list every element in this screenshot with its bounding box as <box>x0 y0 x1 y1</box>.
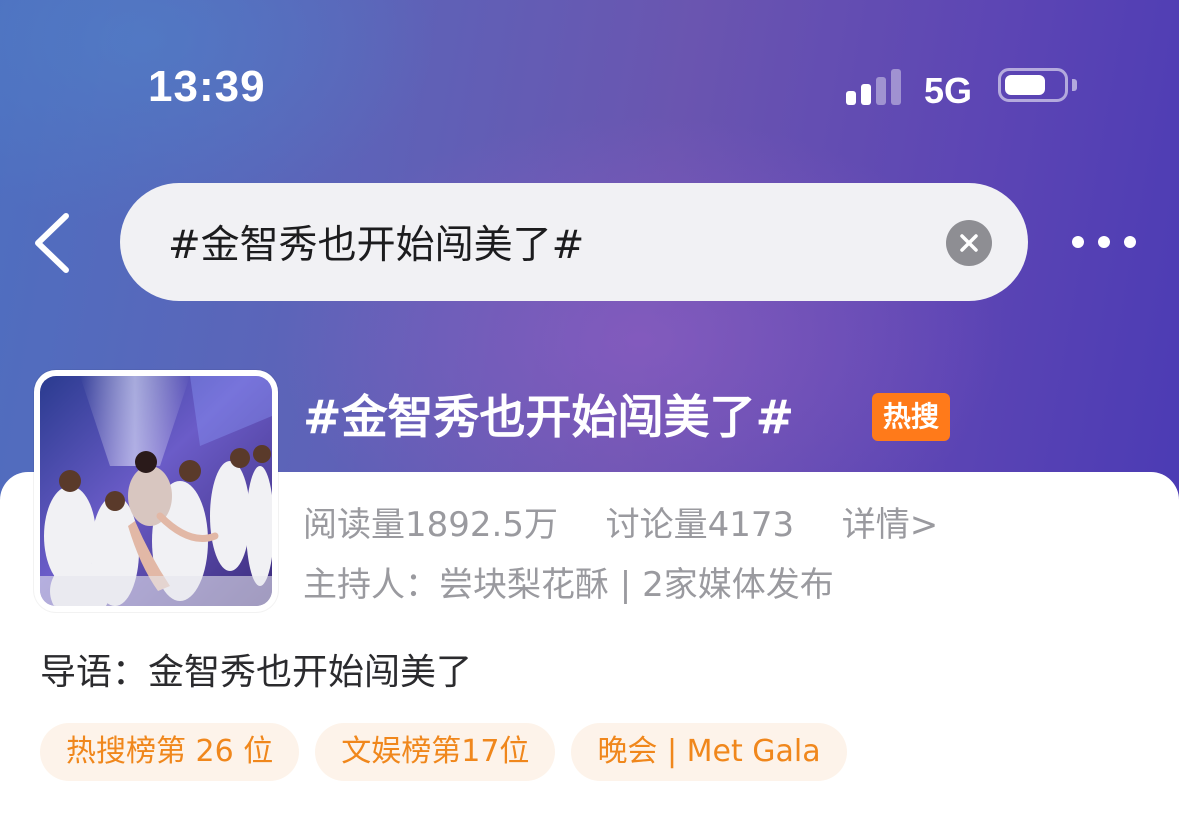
tag-entertainment-rank[interactable]: 文娱榜第17位 <box>315 723 556 781</box>
topic-thumbnail[interactable] <box>34 370 278 612</box>
topic-tags: 热搜榜第 26 位文娱榜第17位 晚会 | Met Gala <box>40 723 863 781</box>
search-input[interactable] <box>168 213 928 271</box>
topic-stats: 阅读量1892.5万 讨论量4173 详情> <box>303 502 938 548</box>
tag-gala-met-gala[interactable]: 晚会 | Met Gala <box>571 723 847 781</box>
details-link[interactable]: 详情> <box>842 502 939 548</box>
battery-cap <box>1072 79 1077 91</box>
clear-x-icon <box>960 234 978 252</box>
battery-level <box>1005 75 1045 95</box>
host-info[interactable]: 主持人：尝块梨花酥 | 2家媒体发布 <box>303 562 834 608</box>
topic-image <box>40 376 272 606</box>
hot-search-badge: 热搜 <box>872 393 950 441</box>
clear-search-button[interactable] <box>946 220 992 266</box>
chevron-left-icon <box>35 213 69 273</box>
topic-title: #金智秀也开始闯美了# <box>303 390 795 444</box>
read-count: 阅读量1892.5万 <box>303 505 558 545</box>
back-button[interactable] <box>26 208 86 278</box>
battery-icon <box>998 68 1068 102</box>
topic-intro: 导语：金智秀也开始闯美了 <box>40 652 473 693</box>
cellular-signal-icon <box>846 69 906 105</box>
search-bar[interactable] <box>120 183 1028 301</box>
discussion-count: 讨论量4173 <box>605 505 795 545</box>
tag-hot-search-rank[interactable]: 热搜榜第 26 位 <box>40 723 300 781</box>
status-time: 13:39 <box>148 62 266 111</box>
more-dots-icon <box>1072 236 1084 248</box>
more-options-button[interactable] <box>1064 222 1146 262</box>
screen: 13:39 5G #金智秀也开始闯美了# #金智秀也开始闯美了# 热搜 阅读量1… <box>0 0 1179 831</box>
network-type: 5G <box>924 70 973 111</box>
